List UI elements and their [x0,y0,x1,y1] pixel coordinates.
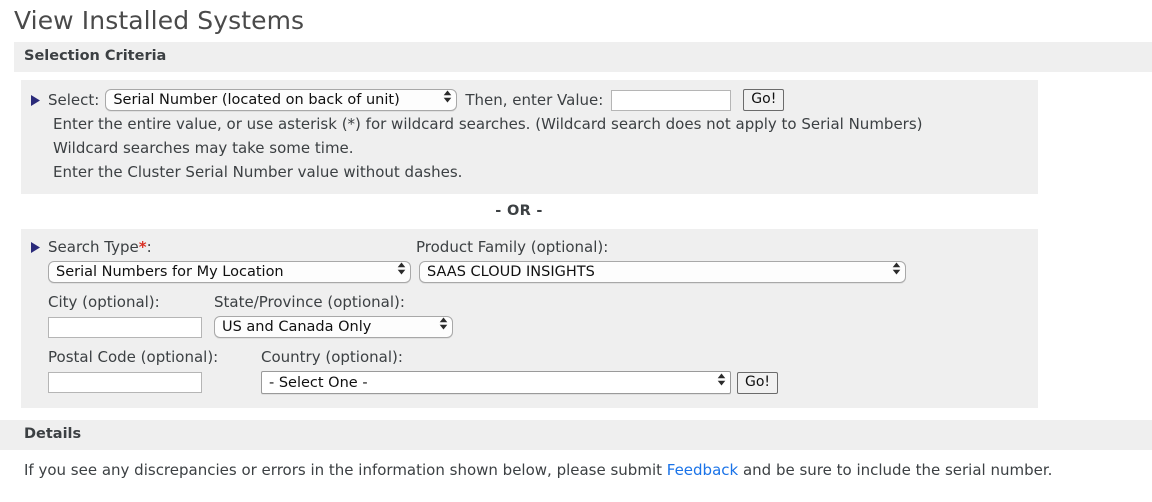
serial-search-row: Select: Serial Number (located on back o… [21,88,1038,112]
page-title: View Installed Systems [0,0,1152,37]
search-type-label: Search Type*: [48,236,416,258]
location-labels-row: Search Type*: Product Family (optional): [21,236,1038,258]
select-label: Select: [48,88,99,112]
postal-code-label: Postal Code (optional): [48,346,261,368]
product-family-select[interactable]: SAAS CLOUD INSIGHTS [419,261,906,283]
chevron-updown-icon [892,260,901,284]
postal-country-labels-row: Postal Code (optional): Country (optiona… [21,338,1038,368]
chevron-updown-icon [397,260,406,284]
postal-code-input[interactable] [48,372,202,393]
expand-triangle-icon[interactable] [31,95,44,106]
serial-search-go-button[interactable]: Go! [743,89,784,111]
expand-triangle-icon-2[interactable] [31,242,44,253]
search-type-select-value: Serial Numbers for My Location [56,260,284,284]
details-text-after-link: and be sure to include the serial number… [738,461,1052,479]
value-label: Then, enter Value: [465,88,603,112]
search-type-select[interactable]: Serial Numbers for My Location [48,261,411,283]
serial-note-row-1: Enter the entire value, or use asterisk … [21,112,1038,136]
details-header: Details [0,420,1152,450]
country-label: Country (optional): [261,346,403,368]
product-family-label: Product Family (optional): [416,236,608,258]
location-selects-row: Serial Numbers for My Location SAAS CLOU… [21,258,1038,283]
postal-country-inputs-row: - Select One - Go! [21,368,1038,394]
search-criteria-select[interactable]: Serial Number (located on back of unit) [105,89,457,111]
view-installed-systems-page: View Installed Systems Selection Criteri… [0,0,1152,502]
feedback-link[interactable]: Feedback [667,461,738,479]
state-province-select[interactable]: US and Canada Only [214,316,453,338]
selection-criteria-header: Selection Criteria [14,42,1152,72]
city-state-labels-row: City (optional): State/Province (optiona… [21,283,1038,313]
country-select[interactable]: - Select One - [261,371,731,394]
chevron-updown-icon [443,88,452,112]
serial-note-row-2: Wildcard searches may take some time. [21,136,1038,160]
chevron-updown-icon [717,371,726,395]
serial-note-1: Enter the entire value, or use asterisk … [53,112,923,136]
state-province-select-value: US and Canada Only [222,315,371,339]
product-family-select-value: SAAS CLOUD INSIGHTS [427,260,595,284]
city-state-inputs-row: US and Canada Only [21,313,1038,338]
serial-note-3: Enter the Cluster Serial Number value wi… [53,160,462,184]
city-input[interactable] [48,317,202,338]
or-divider: - OR - [0,194,1038,229]
location-search-go-button[interactable]: Go! [737,372,778,394]
details-text-before-link: If you see any discrepancies or errors i… [24,461,667,479]
country-select-value: - Select One - [269,371,368,395]
serial-note-row-3: Enter the Cluster Serial Number value wi… [21,160,1038,184]
serial-note-2: Wildcard searches may take some time. [53,136,354,160]
chevron-updown-icon [439,315,448,339]
required-marker: * [139,238,147,256]
city-label: City (optional): [48,291,214,313]
details-body: If you see any discrepancies or errors i… [0,450,1152,481]
search-criteria-select-value: Serial Number (located on back of unit) [113,88,399,112]
serial-value-input[interactable] [611,90,731,111]
location-search-panel: Search Type*: Product Family (optional):… [21,229,1038,408]
state-province-label: State/Province (optional): [214,291,405,313]
serial-search-panel: Select: Serial Number (located on back o… [21,80,1038,194]
